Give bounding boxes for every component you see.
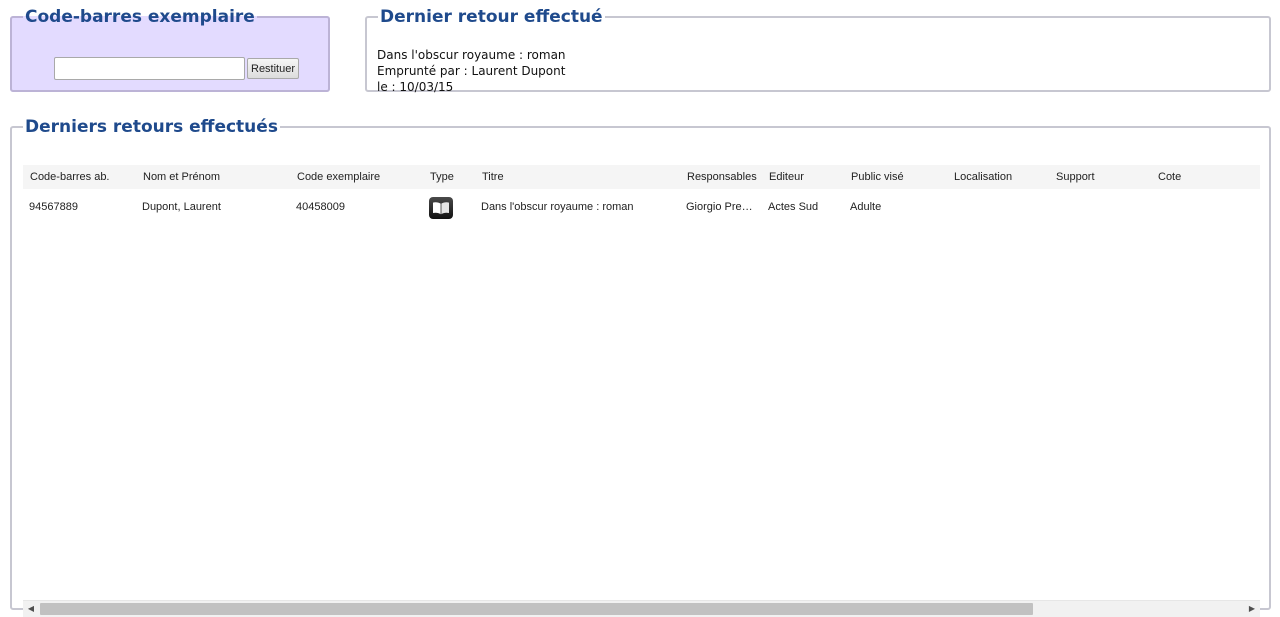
cell-location: [953, 193, 1051, 221]
last-return-details: Dans l'obscur royaume : roman Emprunté p…: [377, 47, 566, 95]
cell-name: Dupont, Laurent: [142, 201, 221, 213]
barcode-panel: Code-barres exemplaire Restituer: [10, 7, 330, 92]
column-header-support[interactable]: Support: [1056, 165, 1095, 189]
column-header-authors[interactable]: Responsables: [687, 165, 757, 189]
scroll-left-arrow-icon[interactable]: ◀: [23, 601, 39, 617]
cell-audience: Adulte: [850, 201, 882, 213]
table-header: Code-barres ab. Nom et Prénom Code exemp…: [23, 165, 1260, 189]
column-header-audience[interactable]: Public visé: [851, 165, 904, 189]
column-header-title[interactable]: Titre: [482, 165, 504, 189]
column-header-barcode[interactable]: Code-barres ab.: [30, 165, 110, 189]
column-header-type[interactable]: Type: [430, 165, 454, 189]
returns-list-title: Derniers retours effectués: [25, 117, 278, 137]
barcode-input[interactable]: [54, 57, 245, 80]
column-header-item-code[interactable]: Code exemplaire: [297, 165, 380, 189]
table-row[interactable]: 94567889 Dupont, Laurent 40458009 Dans l…: [23, 193, 1260, 221]
cell-support: [1055, 193, 1153, 221]
last-return-title: Dernier retour effectué: [380, 7, 603, 27]
restituer-button[interactable]: Restituer: [247, 58, 300, 79]
column-header-name[interactable]: Nom et Prénom: [143, 165, 220, 189]
cell-title: Dans l'obscur royaume : roman: [481, 201, 634, 213]
horizontal-scrollbar[interactable]: ◀ ▶: [23, 600, 1260, 617]
cell-shelfmark: [1157, 193, 1255, 221]
book-icon: [429, 197, 453, 219]
returns-list-panel: Derniers retours effectués Code-barres a…: [10, 117, 1271, 617]
last-return-borrower-line: Emprunté par : Laurent Dupont: [377, 64, 566, 78]
barcode-panel-title: Code-barres exemplaire: [25, 7, 255, 27]
scroll-right-arrow-icon[interactable]: ▶: [1244, 601, 1260, 617]
last-return-date-line: le : 10/03/15: [377, 80, 454, 94]
last-return-panel: Dernier retour effectué Dans l'obscur ro…: [365, 7, 1271, 95]
scrollbar-thumb[interactable]: [40, 603, 1033, 615]
cell-item-code: 40458009: [296, 201, 345, 213]
cell-authors: Giorgio Pressburger: [686, 201, 754, 213]
column-header-location[interactable]: Localisation: [954, 165, 1012, 189]
column-header-shelfmark[interactable]: Cote: [1158, 165, 1181, 189]
cell-barcode: 94567889: [29, 201, 78, 213]
last-return-title-line: Dans l'obscur royaume : roman: [377, 48, 566, 62]
cell-publisher: Actes Sud: [768, 201, 819, 213]
returns-table: Code-barres ab. Nom et Prénom Code exemp…: [23, 165, 1260, 595]
column-header-publisher[interactable]: Editeur: [769, 165, 804, 189]
